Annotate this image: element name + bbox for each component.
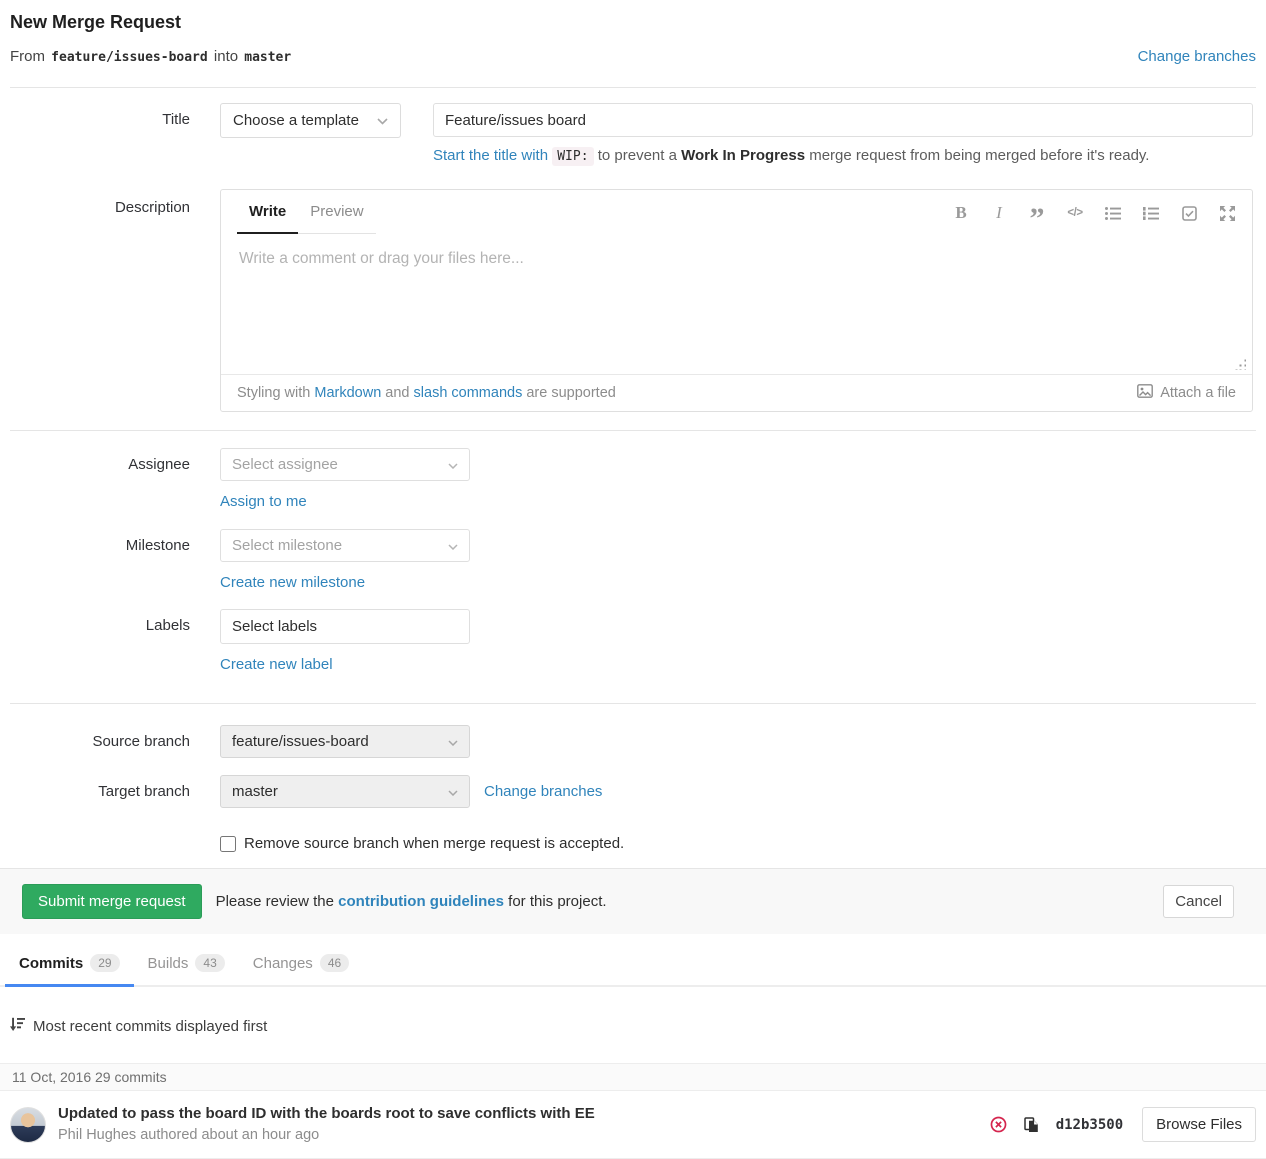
avatar[interactable] (10, 1107, 46, 1143)
browse-files-button[interactable]: Browse Files (1142, 1107, 1256, 1142)
quote-icon[interactable]: ” (1028, 204, 1046, 222)
sort-descending-icon (10, 1017, 25, 1036)
attach-file-label: Attach a file (1160, 385, 1236, 401)
create-new-label-link[interactable]: Create new label (220, 656, 333, 673)
title-label: Title (0, 103, 190, 128)
fullscreen-icon[interactable] (1218, 204, 1236, 222)
commit-sha[interactable]: d12b3500 (1056, 1117, 1123, 1133)
assignee-row: Assignee Select assignee Assign to me (0, 448, 1266, 510)
source-branch-select[interactable]: feature/issues-board (220, 725, 470, 758)
target-branch-name: master (242, 50, 293, 65)
review-guidelines-note: Please review the contribution guideline… (216, 893, 607, 910)
chevron-down-icon (448, 537, 458, 554)
new-merge-request-page: New Merge Request From feature/issues-bo… (0, 0, 1266, 1159)
title-input[interactable] (433, 103, 1253, 137)
target-branch-row: Target branch master Change branches (0, 775, 1266, 808)
markdown-footer: Styling with Markdown and slash commands… (221, 374, 1252, 411)
cancel-button[interactable]: Cancel (1163, 885, 1234, 918)
target-branch-label: Target branch (0, 775, 190, 800)
choose-template-label: Choose a template (233, 112, 359, 129)
source-branch-name: feature/issues-board (49, 50, 210, 65)
milestone-row: Milestone Select milestone Create new mi… (0, 529, 1266, 591)
branch-summary: From feature/issues-board into master (10, 48, 293, 65)
resize-grip[interactable] (1235, 359, 1246, 370)
into-label: into (214, 48, 238, 65)
markdown-editor: Write Preview B I ” </> (220, 189, 1253, 412)
commits-day-header: 11 Oct, 2016 29 commits (0, 1063, 1266, 1091)
bold-icon[interactable]: B (952, 204, 970, 222)
markdown-link[interactable]: Markdown (314, 385, 381, 401)
assignee-select[interactable]: Select assignee (220, 448, 470, 481)
remove-source-branch-checkbox[interactable] (220, 836, 236, 852)
description-row: Description Write Preview B I ” </> (0, 189, 1266, 412)
image-attachment-icon (1137, 384, 1153, 402)
code-icon[interactable]: </> (1066, 204, 1084, 222)
bullet-list-icon[interactable] (1104, 204, 1122, 222)
form-actions-bar: Submit merge request Please review the c… (0, 868, 1266, 934)
tab-preview[interactable]: Preview (298, 190, 375, 233)
assignee-label: Assignee (0, 448, 190, 473)
contribution-guidelines-link[interactable]: contribution guidelines (338, 893, 504, 910)
description-label: Description (0, 189, 190, 216)
create-new-milestone-link[interactable]: Create new milestone (220, 574, 365, 591)
commits-count-badge: 29 (90, 954, 119, 972)
wip-code: WIP: (552, 147, 593, 166)
tab-commits[interactable]: Commits 29 (5, 942, 134, 985)
tab-builds[interactable]: Builds 43 (134, 942, 239, 985)
page-header: New Merge Request From feature/issues-bo… (0, 0, 1266, 65)
chevron-down-icon (448, 733, 458, 750)
source-branch-label: Source branch (0, 725, 190, 750)
slash-commands-link[interactable]: slash commands (414, 385, 523, 401)
italic-icon[interactable]: I (990, 204, 1008, 222)
markdown-support-note: Styling with Markdown and slash commands… (237, 385, 616, 401)
task-list-icon[interactable] (1180, 204, 1198, 222)
labels-row: Labels Select labels Create new label (0, 609, 1266, 673)
section-divider (10, 703, 1256, 704)
target-branch-select[interactable]: master (220, 775, 470, 808)
section-divider (10, 430, 1256, 431)
builds-count-badge: 43 (195, 954, 224, 972)
milestone-select[interactable]: Select milestone (220, 529, 470, 562)
source-branch-row: Source branch feature/issues-board (0, 725, 1266, 758)
commits-sort-note: Most recent commits displayed first (0, 1017, 1266, 1036)
labels-input[interactable]: Select labels (220, 609, 470, 644)
commit-row: Updated to pass the board ID with the bo… (0, 1091, 1266, 1159)
chevron-down-icon (377, 112, 388, 129)
choose-template-dropdown[interactable]: Choose a template (220, 103, 401, 138)
commit-title-link[interactable]: Updated to pass the board ID with the bo… (58, 1104, 990, 1124)
tab-write[interactable]: Write (237, 190, 298, 234)
header-divider (10, 87, 1256, 88)
remove-source-branch-row: Remove source branch when merge request … (220, 835, 1266, 852)
chevron-down-icon (448, 783, 458, 800)
wip-hint-link[interactable]: Start the title with (433, 147, 548, 164)
change-branches-link-top[interactable]: Change branches (1138, 48, 1256, 65)
chevron-down-icon (448, 456, 458, 473)
numbered-list-icon[interactable] (1142, 204, 1160, 222)
copy-sha-icon[interactable] (1024, 1117, 1039, 1133)
title-hint: Start the title with WIP: to prevent a W… (433, 147, 1253, 164)
ci-status-failed-icon[interactable] (990, 1116, 1007, 1133)
remove-source-branch-label: Remove source branch when merge request … (244, 835, 624, 852)
commit-meta: Phil Hughes authored about an hour ago (58, 1125, 990, 1145)
page-title: New Merge Request (10, 12, 1256, 33)
changes-count-badge: 46 (320, 954, 349, 972)
from-label: From (10, 48, 45, 65)
description-textarea[interactable] (223, 236, 1250, 372)
labels-label: Labels (0, 609, 190, 634)
merge-request-tabs: Commits 29 Builds 43 Changes 46 (0, 942, 1266, 987)
submit-merge-request-button[interactable]: Submit merge request (22, 884, 202, 919)
attach-file-button[interactable]: Attach a file (1137, 384, 1236, 402)
milestone-label: Milestone (0, 529, 190, 554)
tab-changes[interactable]: Changes 46 (239, 942, 363, 985)
assign-to-me-link[interactable]: Assign to me (220, 493, 307, 510)
title-row: Title Choose a template Start the title … (0, 103, 1266, 164)
markdown-toolbar: B I ” </> (952, 190, 1236, 234)
change-branches-link-form[interactable]: Change branches (484, 783, 602, 800)
